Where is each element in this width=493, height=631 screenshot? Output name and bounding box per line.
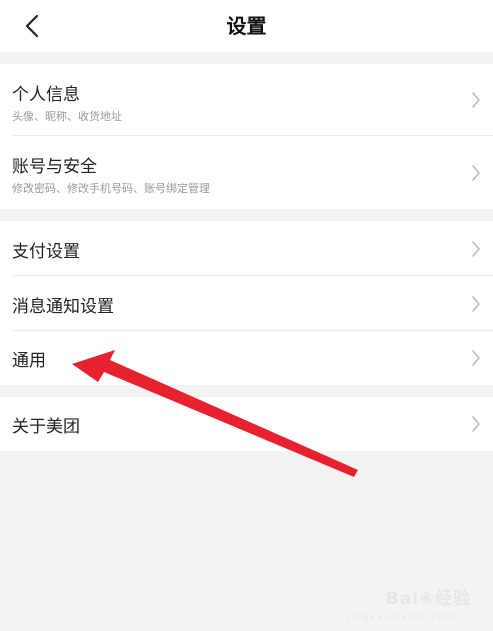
settings-item-label: 通用 [12,351,46,371]
settings-group-account: 个人信息 头像、昵称、收货地址 账号与安全 修改密码、修改手机号码、账号绑定管理 [0,64,493,209]
settings-item-label: 支付设置 [12,242,80,262]
chevron-right-icon [472,92,480,108]
settings-item-notifications[interactable]: 消息通知设置 [0,276,493,331]
settings-item-personal-info[interactable]: 个人信息 头像、昵称、收货地址 [0,64,493,136]
back-button[interactable] [14,8,50,44]
settings-group-preferences: 支付设置 消息通知设置 通用 [0,221,493,385]
settings-item-sublabel: 修改密码、修改手机号码、账号绑定管理 [12,182,210,195]
watermark: Bai❀经验 [386,584,471,609]
settings-item-label: 关于美团 [12,417,80,437]
settings-item-payment[interactable]: 支付设置 [0,221,493,276]
chevron-right-icon [472,350,480,366]
settings-item-label: 消息通知设置 [12,297,114,317]
nav-bar: 设置 [0,0,493,52]
settings-item-general[interactable]: 通用 [0,331,493,385]
chevron-right-icon [472,416,480,432]
settings-item-account-security[interactable]: 账号与安全 修改密码、修改手机号码、账号绑定管理 [0,136,493,209]
paw-logo-icon: ❀ [418,588,435,609]
watermark-url: jingyan.baidu.com [347,612,455,621]
chevron-left-icon [25,14,39,38]
settings-item-label: 个人信息 [12,85,80,105]
watermark-brand-part1: Bai [385,589,419,609]
settings-item-label: 账号与安全 [12,157,97,177]
settings-item-about[interactable]: 关于美团 [0,397,493,451]
settings-item-sublabel: 头像、昵称、收货地址 [12,110,122,123]
chevron-right-icon [472,165,480,181]
chevron-right-icon [472,241,480,257]
settings-group-about: 关于美团 [0,397,493,451]
chevron-right-icon [472,296,480,312]
watermark-brand-part2: 经验 [435,589,471,609]
page-title: 设置 [226,14,267,38]
